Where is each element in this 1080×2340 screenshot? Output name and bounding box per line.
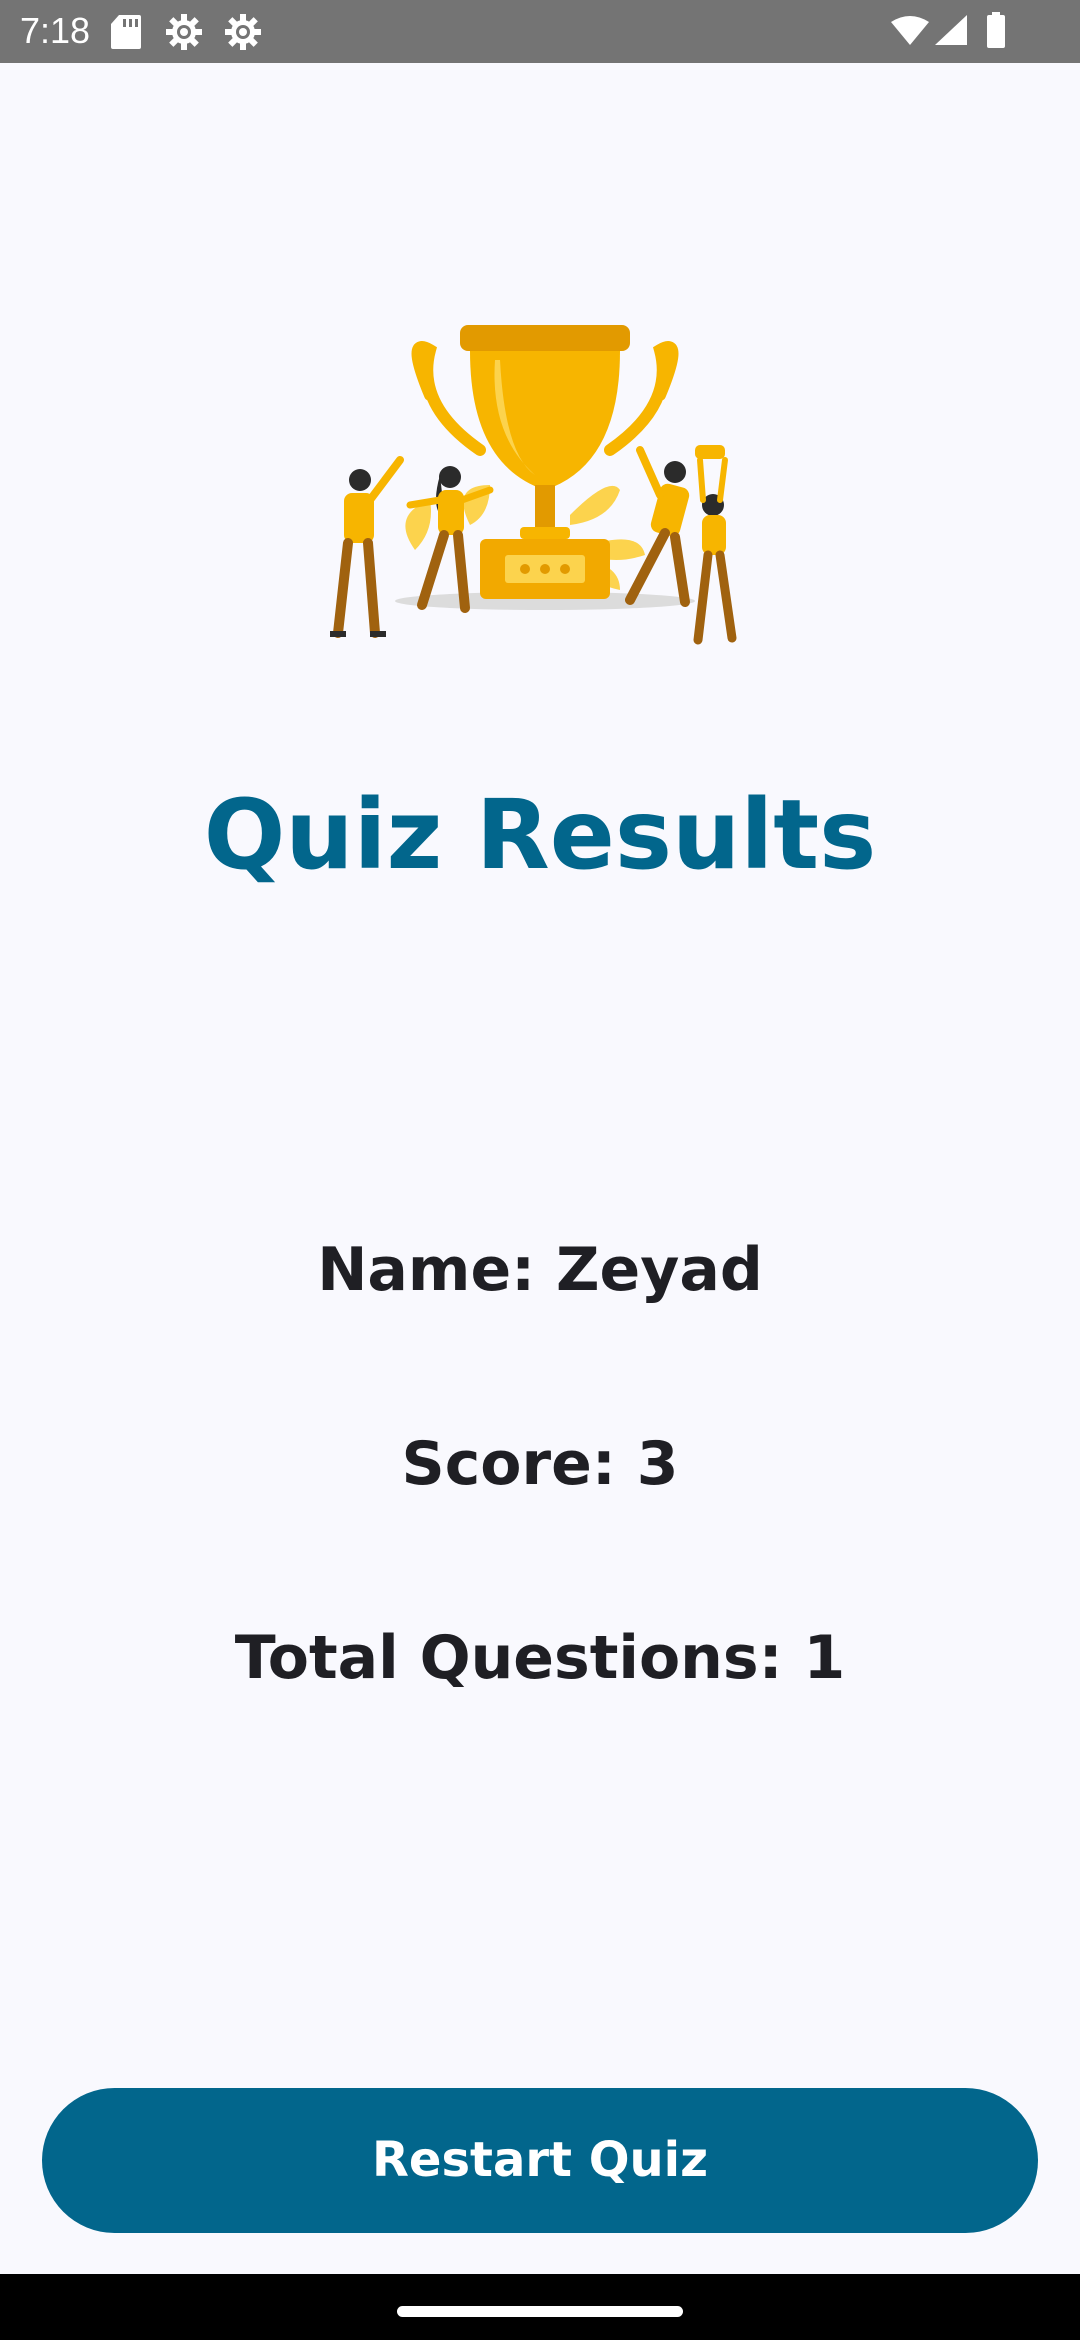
settings-gear-icon [166,14,202,50]
wifi-icon [891,16,929,45]
result-score: Score: 3 [401,1429,679,1499]
home-gesture-handle[interactable] [397,2306,683,2317]
page-title: Quiz Results [203,779,877,891]
status-bar: 7:18 [0,0,1080,63]
settings-gear-icon [225,14,261,50]
result-name: Name: Zeyad [317,1235,763,1305]
person-left [330,456,404,638]
sd-card-icon [111,15,141,49]
quiz-results-screen: 7:18 Quiz Results Name: Zeyad Score: 3 T… [0,0,1080,2340]
battery-icon [987,12,1005,48]
trophy-celebration-illustration [330,325,737,645]
restart-quiz-button[interactable]: Restart Quiz [42,2088,1038,2233]
cell-signal-icon [935,15,967,45]
base-stars [520,564,570,574]
status-time: 7:18 [20,10,91,51]
person-center-right [625,446,690,607]
result-total-questions: Total Questions: 1 [234,1623,846,1693]
person-right [693,445,737,645]
